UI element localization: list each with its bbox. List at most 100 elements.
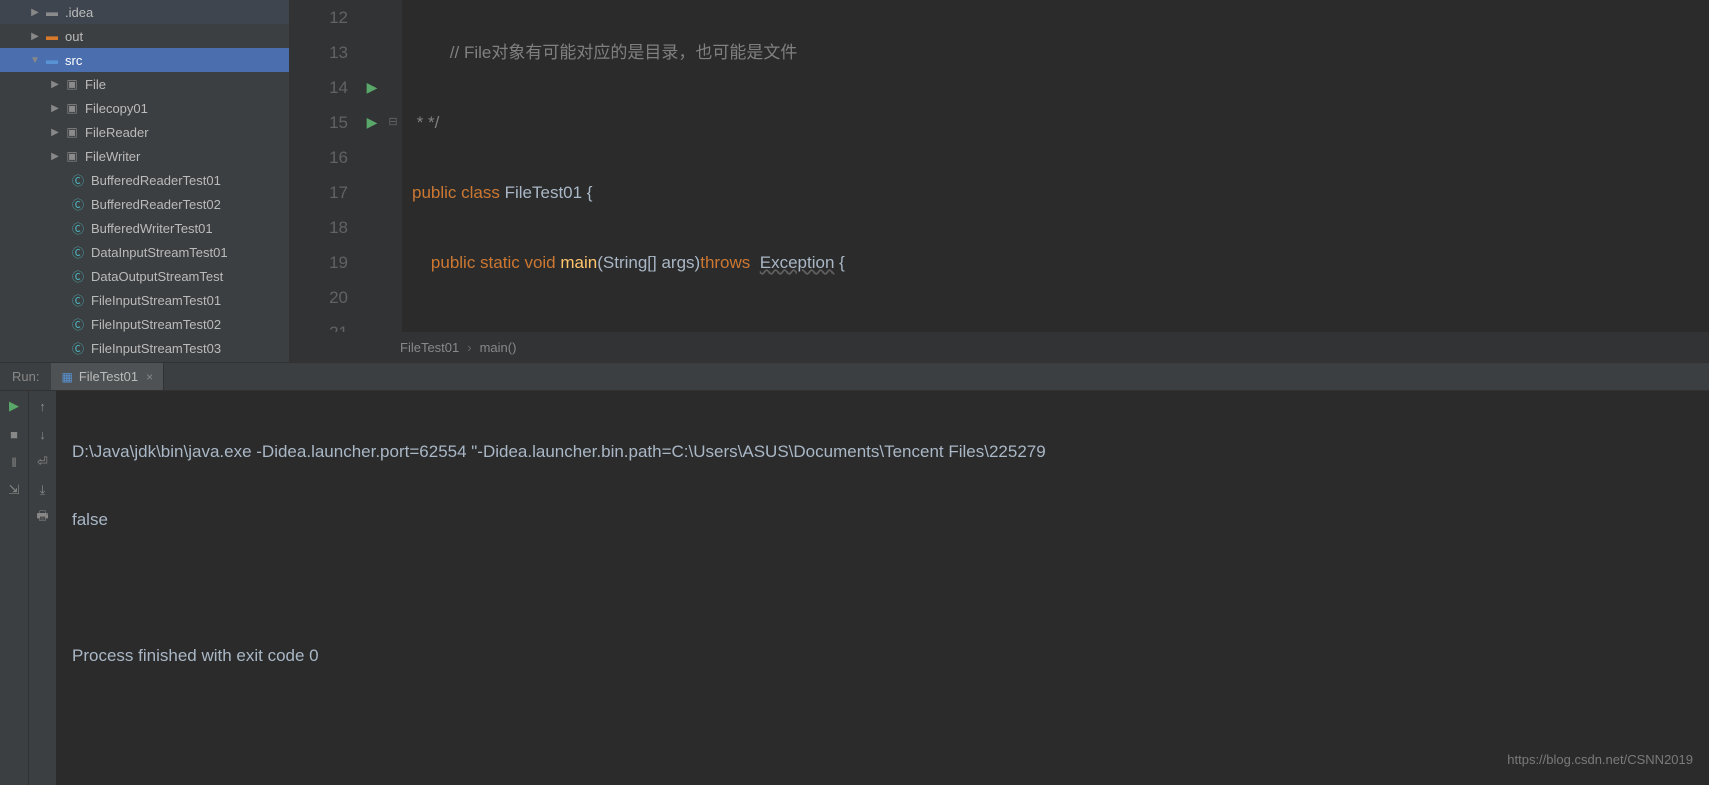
code-token: { [834,253,844,272]
code-token: main [560,253,597,272]
line-number: 19 [290,245,348,280]
tree-item-fist01[interactable]: Ⓒ FileInputStreamTest01 [0,288,289,312]
class-icon: Ⓒ [70,340,86,356]
tree-label: Filecopy01 [85,101,148,116]
code-token: public static void [431,253,556,272]
chevron-right-icon: ▶ [28,7,42,18]
line-number: 12 [290,0,348,35]
class-icon: Ⓒ [70,316,86,332]
tree-item-file-pkg[interactable]: ▶▣ File [0,72,289,96]
console-line: false [72,503,1693,537]
run-line-icon[interactable]: ▶ [360,70,384,105]
tree-item-filewriter[interactable]: ▶▣FileWriter [0,144,289,168]
folder-icon: ▬ [44,28,60,44]
class-icon: Ⓒ [70,172,86,188]
tree-item-filereader[interactable]: ▶▣ FileReader [0,120,289,144]
tree-label: src [65,53,82,68]
run-label: Run: [0,369,51,384]
line-number: 20 [290,280,348,315]
scroll-icon[interactable]: ⤓ [34,481,52,499]
code-token: public class [412,183,500,202]
breadcrumb[interactable]: FileTest01 › main() [290,332,1709,362]
tree-label: BufferedReaderTest02 [91,197,221,212]
tree-label: BufferedReaderTest01 [91,173,221,188]
exit-icon[interactable]: ⇲ [5,481,23,499]
wrap-icon[interactable]: ⏎ [34,453,52,471]
chevron-right-icon: ▶ [28,31,42,42]
package-icon: ▣ [64,148,80,164]
package-icon: ▣ [64,124,80,140]
chevron-right-icon: ▶ [48,103,62,114]
line-number: 14 [290,70,348,105]
code-content[interactable]: // File对象有可能对应的是目录，也可能是文件 * */ public cl… [402,0,1709,332]
down-icon[interactable]: ↓ [34,425,52,443]
tree-item-fist02[interactable]: Ⓒ FileInputStreamTest02 [0,312,289,336]
run-panel: Run: ▦ FileTest01 × ▶ ■ ‖ ⇲ ↑ ↓ ⏎ ⤓ 🖶 D:… [0,362,1709,785]
tree-label: File [85,77,106,92]
project-tree[interactable]: ▶▬.idea ▶▬out ▼▬src ▶▣File ▶▣Filecopy01 … [0,0,290,362]
run-tabs: Run: ▦ FileTest01 × [0,363,1709,391]
run-gutter[interactable]: ▶ ▶ [360,0,384,332]
line-number: 15 [290,105,348,140]
print-icon[interactable]: 🖶 [34,509,52,527]
code-line: * */ [412,113,439,132]
run-toolbar-right: ↑ ↓ ⏎ ⤓ 🖶 [28,391,56,785]
code-token: (String[] args) [597,253,700,272]
stop-icon[interactable]: ■ [5,425,23,443]
tree-item-fist03[interactable]: Ⓒ FileInputStreamTest03 [0,336,289,360]
tree-item-dist01[interactable]: ⒸDataInputStreamTest01 [0,240,289,264]
crumb[interactable]: main() [480,340,517,355]
run-tab-label: FileTest01 [79,369,138,384]
tree-item-brt01[interactable]: Ⓒ BufferedReaderTest01 [0,168,289,192]
tree-item-out[interactable]: ▶▬ out [0,24,289,48]
source-folder-icon: ▬ [44,52,60,68]
chevron-right-icon: ▶ [48,151,62,162]
chevron-right-icon: › [467,340,471,355]
fold-gutter[interactable]: ⊟ [384,0,402,332]
crumb[interactable]: FileTest01 [400,340,459,355]
console-line: Process finished with exit code 0 [72,639,1693,673]
tree-item-dost[interactable]: Ⓒ DataOutputStreamTest [0,264,289,288]
editor[interactable]: 12 13 14 15 16 17 18 19 20 21 ▶ ▶ [290,0,1709,362]
tree-item-src[interactable]: ▼▬src [0,48,289,72]
close-icon[interactable]: × [146,370,153,384]
class-icon: Ⓒ [70,220,86,236]
rerun-icon[interactable]: ▶ [5,397,23,415]
run-toolbar-left: ▶ ■ ‖ ⇲ [0,391,28,785]
console-output[interactable]: D:\Java\jdk\bin\java.exe -Didea.launcher… [56,391,1709,785]
tree-label: BufferedWriterTest01 [91,221,213,236]
package-icon: ▣ [64,76,80,92]
code-line: // File对象有可能对应的是目录，也可能是文件 [412,43,797,62]
pause-icon[interactable]: ‖ [5,453,23,471]
watermark: https://blog.csdn.net/CSNN2019 [1507,743,1693,777]
tree-label: FileInputStreamTest03 [91,341,221,356]
tree-label: .idea [65,5,93,20]
tree-label: FileInputStreamTest02 [91,317,221,332]
tree-item-bwt01[interactable]: Ⓒ BufferedWriterTest01 [0,216,289,240]
tree-label: FileReader [85,125,149,140]
tree-label: out [65,29,83,44]
chevron-right-icon: ▶ [48,127,62,138]
chevron-right-icon: ▶ [48,79,62,90]
line-number: 17 [290,175,348,210]
class-icon: Ⓒ [70,268,86,284]
fold-icon[interactable]: ⊟ [384,105,402,140]
line-number: 13 [290,35,348,70]
run-line-icon[interactable]: ▶ [360,105,384,140]
tree-label: FileInputStreamTest01 [91,293,221,308]
line-gutter[interactable]: 12 13 14 15 16 17 18 19 20 21 [290,0,360,332]
folder-icon: ▬ [44,4,60,20]
application-icon: ▦ [61,370,72,384]
tree-item-filecopy[interactable]: ▶▣ Filecopy01 [0,96,289,120]
run-tab[interactable]: ▦ FileTest01 × [51,363,164,390]
code-token: FileTest01 { [500,183,593,202]
line-number: 21 [290,315,348,332]
tree-label: DataInputStreamTest01 [91,245,228,260]
class-icon: Ⓒ [70,292,86,308]
console-line: D:\Java\jdk\bin\java.exe -Didea.launcher… [72,435,1693,469]
tree-item-idea[interactable]: ▶▬ .idea [0,0,289,24]
package-icon: ▣ [64,100,80,116]
tree-label: DataOutputStreamTest [91,269,223,284]
tree-item-brt02[interactable]: ⒸBufferedReaderTest02 [0,192,289,216]
up-icon[interactable]: ↑ [34,397,52,415]
